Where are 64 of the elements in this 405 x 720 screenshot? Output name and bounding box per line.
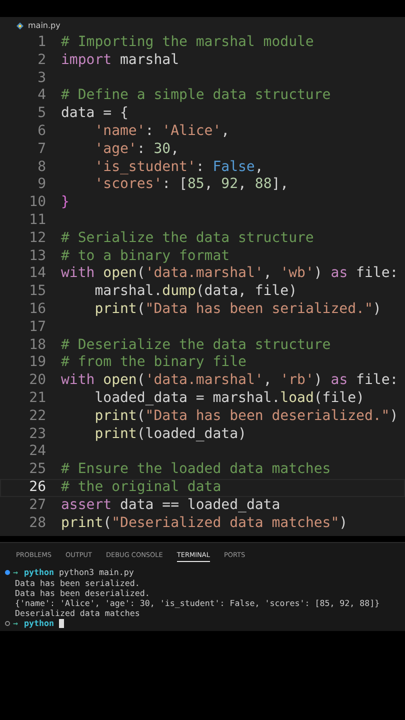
prompt-arrow: → xyxy=(13,618,18,628)
code-line: marshal.dump(data, file) xyxy=(94,283,298,301)
line-number: 27 xyxy=(28,496,46,515)
line-number: 1 xyxy=(36,34,46,52)
tab-title: main.py xyxy=(28,21,60,30)
line-number: 25 xyxy=(28,461,46,479)
line-number: 18 xyxy=(28,336,46,354)
terminal-output: {'name': 'Alice', 'age': 30, 'is_student': False, 'scores': [85, 92, 88]} xyxy=(15,598,380,608)
line-number: 24 xyxy=(28,443,46,462)
line-number: 16 xyxy=(28,300,46,319)
code-line: print(loaded_data) xyxy=(94,426,246,444)
code-line: # Deserialize the data structure xyxy=(61,336,331,354)
code-line: # to a binary format xyxy=(61,248,230,266)
line-number: 19 xyxy=(28,354,46,372)
code-line: with open('data.marshal', 'rb') as file: xyxy=(61,372,398,390)
code-line: # Define a simple data structure xyxy=(61,87,331,106)
code-line: import marshal xyxy=(61,52,180,70)
code-line: print("Data has been serialized.") xyxy=(94,300,382,319)
code-line: print("Deserialized data matches") xyxy=(61,514,348,532)
line-number: 11 xyxy=(28,212,46,230)
code-line: 'is_student': False, xyxy=(94,158,264,176)
code-line: # Ensure the loaded data matches xyxy=(61,461,331,479)
line-number: 8 xyxy=(36,158,46,176)
line-number: 2 xyxy=(36,52,46,70)
prompt-directory: python xyxy=(24,618,54,628)
line-number: 10 xyxy=(28,194,46,212)
terminal-output: Data has been deserialized. xyxy=(15,588,150,598)
code-line: # Importing the marshal module xyxy=(61,34,314,52)
prompt-arrow: → xyxy=(13,567,18,578)
python-file-icon xyxy=(16,22,24,30)
line-number: 7 xyxy=(36,140,46,159)
line-number: 5 xyxy=(36,105,46,123)
code-line: # from the binary file xyxy=(61,354,246,372)
line-number: 3 xyxy=(36,70,46,88)
line-number: 13 xyxy=(28,248,46,266)
line-number: 4 xyxy=(36,87,46,106)
line-number: 23 xyxy=(28,426,46,444)
code-line: } xyxy=(61,194,70,212)
prompt-directory: python xyxy=(24,567,54,578)
code-line: 'scores': [85, 92, 88], xyxy=(94,176,289,194)
code-line: data = { xyxy=(61,105,128,123)
line-number: 20 xyxy=(28,372,46,390)
code-line: # the original data xyxy=(61,478,222,497)
line-number: 17 xyxy=(28,318,46,337)
code-line: with open('data.marshal', 'wb') as file: xyxy=(61,265,398,284)
terminal-output: Data has been serialized. xyxy=(15,578,140,588)
line-number: 22 xyxy=(28,408,46,426)
code-line: assert data == loaded_data xyxy=(61,496,280,515)
line-number: 26 xyxy=(28,478,46,497)
code-line: loaded_data = marshal.load(file) xyxy=(94,390,364,408)
line-number: 14 xyxy=(28,265,46,284)
line-number: 12 xyxy=(28,230,46,248)
line-number: 15 xyxy=(28,283,46,301)
code-line: 'age': 30, xyxy=(94,140,180,159)
terminal-command: python3 main.py xyxy=(58,567,134,578)
code-line: print("Data has been deserialized.") xyxy=(94,408,398,426)
code-line: 'name': 'Alice', xyxy=(94,122,230,141)
code-line: # Serialize the data structure xyxy=(61,230,314,248)
terminal-output: Deserialized data matches xyxy=(15,608,140,618)
editor-tab[interactable]: main.py xyxy=(0,17,68,34)
line-number: 6 xyxy=(36,122,46,141)
line-number: 9 xyxy=(36,176,46,194)
line-number: 28 xyxy=(28,514,46,532)
line-number: 21 xyxy=(28,390,46,408)
